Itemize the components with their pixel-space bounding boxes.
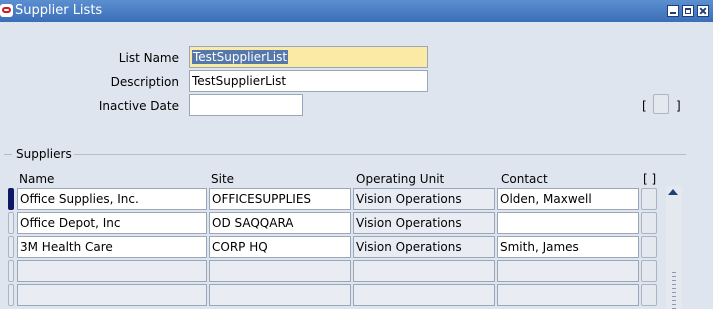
supplier-name-cell[interactable]: Office Supplies, Inc. [17, 188, 207, 210]
title-bar: Supplier Lists [0, 0, 713, 22]
scroll-up-arrow-icon[interactable] [668, 189, 678, 195]
column-header-operating-unit: Operating Unit [356, 172, 445, 186]
supplier-site-cell[interactable]: CORP HQ [209, 236, 351, 258]
list-name-value: TestSupplierList [192, 50, 289, 64]
contact-cell[interactable] [497, 260, 639, 282]
column-header-contact: Contact [501, 172, 548, 186]
description-field[interactable]: TestSupplierList [189, 70, 428, 92]
descriptive-flexfield[interactable] [653, 94, 669, 114]
operating-unit-cell [353, 284, 495, 306]
description-label: Description [110, 75, 179, 89]
contact-cell[interactable] [497, 212, 639, 234]
list-name-label: List Name [118, 51, 179, 65]
column-header-name: Name [19, 172, 55, 186]
supplier-name-cell[interactable]: 3M Health Care [17, 236, 207, 258]
record-indicator-current[interactable] [8, 188, 14, 210]
column-header-site: Site [211, 172, 235, 186]
dff-bracket-close: ] [676, 99, 681, 113]
supplier-name-cell[interactable]: Office Depot, Inc [17, 212, 207, 234]
supplier-site-cell[interactable]: OFFICESUPPLIES [209, 188, 351, 210]
supplier-site-cell[interactable]: OD SAQQARA [209, 212, 351, 234]
minimize-icon[interactable] [667, 5, 679, 17]
scrollbar-grip-icon[interactable] [672, 272, 676, 309]
oracle-app-icon[interactable] [0, 4, 13, 17]
supplier-name-cell[interactable] [17, 260, 207, 282]
inactive-date-field[interactable] [189, 94, 303, 116]
window-title: Supplier Lists [15, 3, 103, 18]
row-flexfield[interactable] [641, 212, 657, 234]
supplier-site-cell[interactable] [209, 284, 351, 306]
supplier-site-cell[interactable] [209, 260, 351, 282]
contact-cell[interactable] [497, 284, 639, 306]
suppliers-section-title: Suppliers [16, 147, 72, 161]
row-flexfield[interactable] [641, 236, 657, 258]
section-divider [74, 154, 686, 155]
dff-bracket-open: [ [642, 99, 647, 113]
record-indicator[interactable] [8, 236, 14, 258]
column-header-flexfield: [ ] [643, 172, 657, 186]
maximize-icon[interactable] [682, 5, 694, 17]
operating-unit-cell: Vision Operations [353, 236, 495, 258]
operating-unit-cell [353, 260, 495, 282]
section-divider-left [4, 154, 12, 155]
row-flexfield[interactable] [641, 260, 657, 282]
record-indicator[interactable] [8, 284, 14, 306]
operating-unit-cell: Vision Operations [353, 212, 495, 234]
supplier-name-cell[interactable] [17, 284, 207, 306]
row-flexfield[interactable] [641, 188, 657, 210]
list-name-field[interactable]: TestSupplierList [189, 46, 428, 68]
inactive-date-label: Inactive Date [98, 99, 179, 113]
contact-cell[interactable]: Olden, Maxwell [497, 188, 639, 210]
record-indicator[interactable] [8, 260, 14, 282]
contact-cell[interactable]: Smith, James [497, 236, 639, 258]
row-flexfield[interactable] [641, 284, 657, 306]
record-indicator[interactable] [8, 212, 14, 234]
operating-unit-cell: Vision Operations [353, 188, 495, 210]
close-icon[interactable] [697, 5, 709, 17]
